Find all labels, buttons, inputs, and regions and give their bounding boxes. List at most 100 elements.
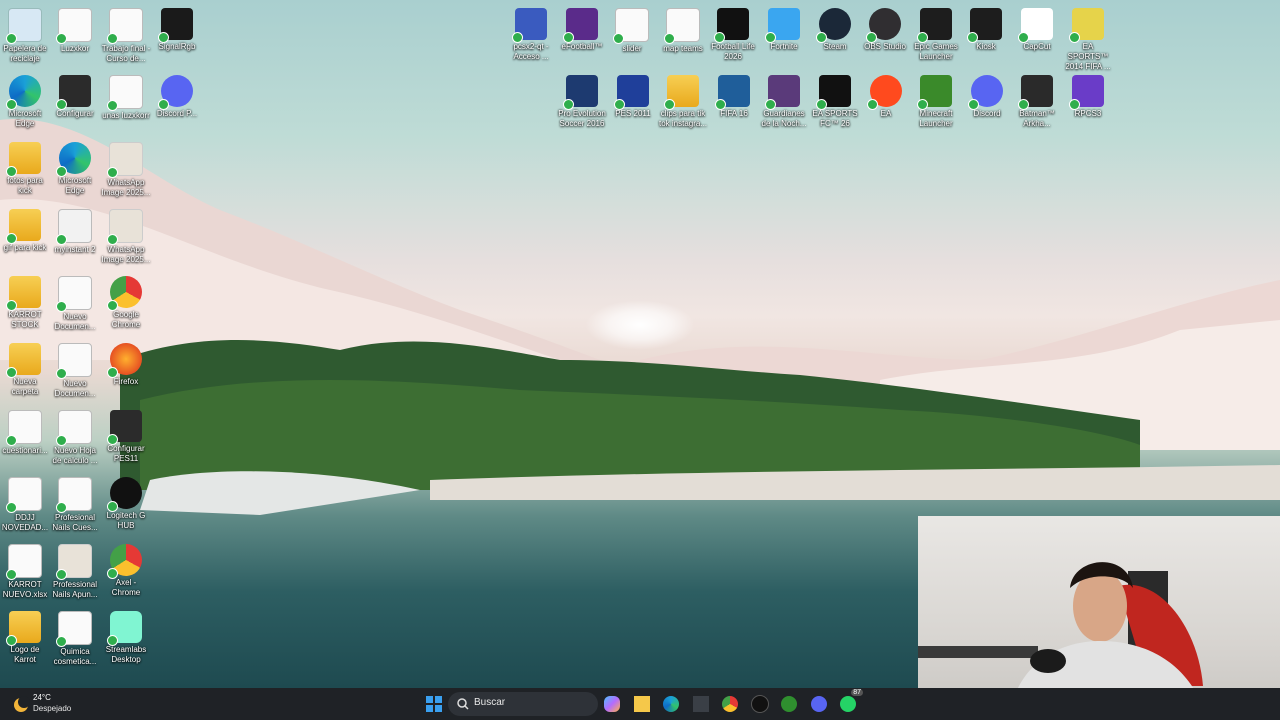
desktop-icon[interactable]: EA SPORTS™ 2014 FIFA ... <box>1063 4 1113 72</box>
desktop-icon[interactable]: Microsoft Edge <box>50 138 100 196</box>
copilot-icon[interactable] <box>600 692 624 716</box>
sync-check-icon <box>56 368 67 379</box>
desktop-icon[interactable]: eFootball™ <box>557 4 607 52</box>
desktop-icon-label: Streamlabs Desktop <box>105 645 147 664</box>
desktop-icon[interactable]: gif para kick <box>0 205 50 253</box>
desktop-icon[interactable]: Papelera de reciclaje <box>0 4 50 64</box>
whatsapp-icon[interactable]: 87 <box>836 689 863 716</box>
sync-check-icon <box>6 233 17 244</box>
desktop-icon[interactable]: Discord P... <box>152 71 202 119</box>
desktop-icon-label: slider <box>622 44 642 53</box>
logitech-icon[interactable] <box>748 692 772 716</box>
whatsapp-glyph <box>840 696 856 712</box>
desktop-icon[interactable]: OBS Studio <box>860 4 910 52</box>
desktop-icon[interactable]: Configurar PES11 <box>101 406 151 464</box>
desktop-icon[interactable]: CapCut <box>1012 4 1062 52</box>
desktop-icon-label: Nuevo Documen... <box>54 312 96 331</box>
desktop-icon[interactable]: Microsoft Edge <box>0 71 50 129</box>
desktop-icon[interactable]: pcsx2-qt - Acceso ... <box>506 4 556 62</box>
desktop-icon[interactable]: SignalRgb <box>152 4 202 52</box>
edge-icon <box>6 75 41 110</box>
obs-icon <box>866 8 901 43</box>
desktop-icon[interactable]: Streamlabs Desktop <box>101 607 151 665</box>
desktop-icon-label: Google Chrome <box>111 310 141 329</box>
desktop-icon[interactable]: PES 2011 <box>608 71 658 119</box>
desktop-icon-label: eFootball™ <box>561 42 603 51</box>
desktop-icon[interactable]: cuestionari... <box>0 406 50 456</box>
desktop-icon[interactable]: Logitech G HUB <box>101 473 151 531</box>
desktop-icon[interactable]: Epic Games Launcher <box>911 4 961 62</box>
desktop-icon[interactable]: slider <box>607 4 657 54</box>
desktop-icon[interactable]: Google Chrome <box>101 272 151 330</box>
file-explorer-icon[interactable] <box>630 692 654 716</box>
weather-widget[interactable]: 24°C Despejado <box>10 693 90 717</box>
desktop-icon-label: DDJJ NOVEDAD... <box>1 513 49 532</box>
store-icon[interactable] <box>689 692 713 716</box>
desktop-icon[interactable]: Professional Nails Apun... <box>50 540 100 600</box>
minecraft-icon <box>917 75 952 110</box>
desktop-icon[interactable]: Kiosk <box>961 4 1011 52</box>
desktop-icon-label: OBS Studio <box>864 42 906 51</box>
desktop-icon[interactable]: myinstant 2 <box>50 205 100 255</box>
sync-check-icon <box>968 99 979 110</box>
desktop-icon[interactable]: Fortnite <box>759 4 809 52</box>
desktop-icon-label: Quimica cosmetica... <box>53 647 97 666</box>
desktop-icon[interactable]: Trabajo final - Curso de... <box>101 4 151 64</box>
epic-games-icon <box>917 8 952 43</box>
sync-check-icon <box>107 367 118 378</box>
desktop-icon[interactable]: KARROT STOCK <box>0 272 50 330</box>
desktop-icon[interactable]: Configurar <box>50 71 100 119</box>
desktop-icon[interactable]: Luzxkor <box>50 4 100 54</box>
desktop-icon[interactable]: Batman™ Arkha... <box>1012 71 1062 129</box>
sync-check-icon <box>563 99 574 110</box>
desktop-icon-label: Microsoft Edge <box>58 176 92 195</box>
desktop-icon[interactable]: RPCS3 <box>1063 71 1113 119</box>
desktop-icon[interactable]: DDJJ NOVEDAD... <box>0 473 50 533</box>
sync-check-icon <box>107 568 118 579</box>
search-box[interactable]: Buscar <box>448 692 598 716</box>
discord-icon <box>158 75 193 110</box>
desktop-icon[interactable]: Nuevo Documen... <box>50 272 100 332</box>
desktop-icon[interactable]: Pro Evolution Soccer 2016 <box>557 71 607 129</box>
desktop-icon[interactable]: EA <box>861 71 911 119</box>
desktop-icon[interactable]: FIFA 16 <box>709 71 759 119</box>
xbox-icon[interactable] <box>777 692 801 716</box>
desktop-icon-label: fotos para kick <box>7 176 43 195</box>
desktop-icon[interactable]: KARROT NUEVO.xlsx <box>0 540 50 600</box>
sync-check-icon <box>1018 32 1029 43</box>
desktop-icon[interactable]: Guardianes de la Noch... <box>759 71 809 129</box>
desktop-icon[interactable]: Football Life 2026 <box>708 4 758 62</box>
windows-start-icon[interactable] <box>422 692 446 716</box>
desktop-icon[interactable]: clips para tik tok instagra... <box>658 71 708 129</box>
desktop-icon[interactable]: Logo de Karrot <box>0 607 50 665</box>
desktop-icon[interactable]: Steam <box>810 4 860 52</box>
desktop-icon[interactable]: map teams <box>658 4 708 54</box>
desktop-icon-label: KARROT NUEVO.xlsx <box>2 580 48 599</box>
sync-check-icon <box>56 99 67 110</box>
desktop-icon[interactable]: Discord <box>962 71 1012 119</box>
desktop-icon[interactable]: Quimica cosmetica... <box>50 607 100 667</box>
sync-check-icon <box>158 99 169 110</box>
desktop-icon[interactable]: fotos para kick <box>0 138 50 196</box>
edge-icon[interactable] <box>659 692 683 716</box>
search-placeholder: Buscar <box>474 697 506 708</box>
desktop-icon[interactable]: WhatsApp Image 2025... <box>101 138 151 198</box>
chrome-icon[interactable] <box>718 692 742 716</box>
desktop-icon[interactable]: unas luzxkorr <box>101 71 151 121</box>
sync-check-icon <box>6 569 17 580</box>
desktop-icon[interactable]: Minecraft Launcher <box>911 71 961 129</box>
desktop-icon[interactable]: Firefox <box>101 339 151 387</box>
desktop-icon[interactable]: Nueva carpeta <box>0 339 50 397</box>
desktop-icon[interactable]: EA SPORTS FC™ 26 <box>810 71 860 129</box>
discord-icon[interactable] <box>807 692 831 716</box>
desktop-icon-label: Guardianes de la Noch... <box>761 109 807 128</box>
desktop-icon[interactable]: Nuevo Documen... <box>50 339 100 399</box>
sun-glow <box>585 300 695 350</box>
sync-check-icon <box>867 99 878 110</box>
sync-check-icon <box>107 434 118 445</box>
desktop-icon[interactable]: Axel - Chrome <box>101 540 151 598</box>
weather-temperature: 24°C <box>33 693 51 702</box>
desktop-icon[interactable]: Nuevo Hoja de calculo ... <box>50 406 100 466</box>
desktop-icon[interactable]: WhatsApp Image 2025... <box>101 205 151 265</box>
desktop-icon[interactable]: Profesional Nails Cues... <box>50 473 100 533</box>
